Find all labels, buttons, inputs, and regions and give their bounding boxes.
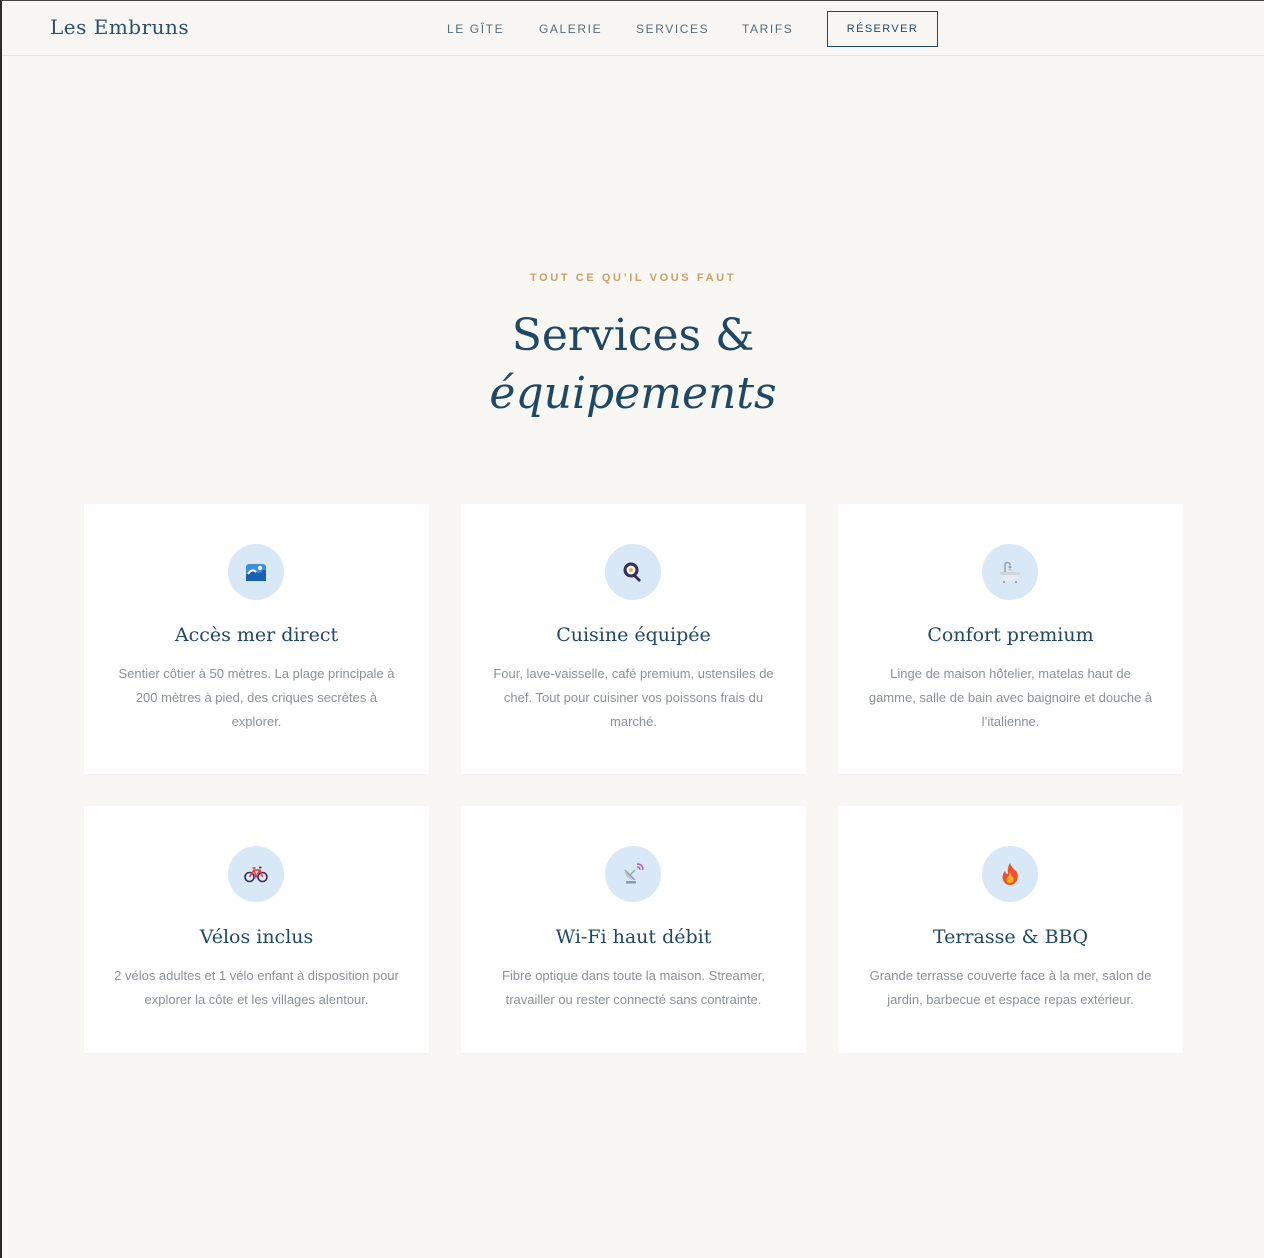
card-description: Fibre optique dans toute la maison. Stre… — [501, 968, 766, 1007]
nav-link-tarifs[interactable]: TARIFS — [742, 22, 793, 36]
frying-pan-icon — [605, 544, 661, 600]
section-title-line1: Services & — [511, 310, 755, 361]
wave-icon — [228, 544, 284, 600]
nav-link-le-gite[interactable]: LE GÎTE — [447, 22, 504, 36]
card-description: Four, lave-vaisselle, café premium, uste… — [493, 666, 774, 729]
card-description: Linge de maison hôtelier, matelas haut d… — [868, 666, 1153, 729]
section-title-line2: équipements — [489, 368, 777, 419]
card-title: Confort premium — [927, 624, 1094, 646]
bathtub-icon — [982, 544, 1038, 600]
card-title: Vélos inclus — [199, 926, 314, 948]
brand-logo[interactable]: Les Embruns — [50, 15, 189, 39]
card-description: 2 vélos adultes et 1 vélo enfant à dispo… — [114, 968, 399, 1007]
service-card-confort: Confort premium Linge de maison hôtelier… — [838, 504, 1183, 774]
section-eyebrow: TOUT CE QU’IL VOUS FAUT — [529, 272, 737, 284]
service-card-terrasse: Terrasse & BBQ Grande terrasse couverte … — [838, 806, 1183, 1053]
bicycle-icon — [228, 846, 284, 902]
nav-link-galerie[interactable]: GALERIE — [539, 22, 602, 36]
card-title: Accès mer direct — [174, 624, 339, 646]
service-card-velos: Vélos inclus 2 vélos adultes et 1 vélo e… — [84, 806, 429, 1053]
reserve-button[interactable]: RÉSERVER — [827, 11, 938, 47]
card-description: Grande terrasse couverte face à la mer, … — [869, 968, 1152, 1007]
fire-icon — [982, 846, 1038, 902]
service-card-mer: Accès mer direct Sentier côtier à 50 mèt… — [84, 504, 429, 774]
card-description: Sentier côtier à 50 mètres. La plage pri… — [118, 666, 395, 729]
card-title: Wi-Fi haut débit — [555, 926, 712, 948]
nav-link-services[interactable]: SERVICES — [636, 22, 709, 36]
satellite-dish-icon — [605, 846, 661, 902]
section-title: Services & équipements — [2, 307, 1264, 423]
card-title: Cuisine équipée — [556, 624, 711, 646]
card-title: Terrasse & BBQ — [932, 926, 1089, 948]
top-navbar: Les Embruns LE GÎTE GALERIE SERVICES TAR… — [2, 1, 1264, 56]
service-card-wifi: Wi-Fi haut débit Fibre optique dans tout… — [461, 806, 806, 1053]
service-card-cuisine: Cuisine équipée Four, lave-vaisselle, ca… — [461, 504, 806, 774]
